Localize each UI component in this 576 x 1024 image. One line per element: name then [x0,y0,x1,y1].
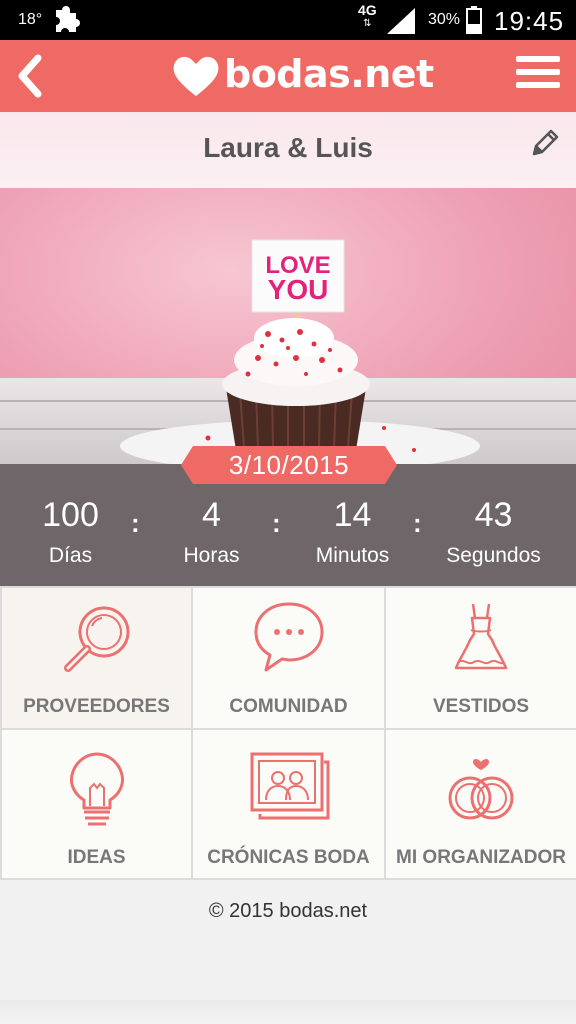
rings-icon [448,759,514,820]
battery-icon [466,6,482,34]
tile-label: PROVEEDORES [23,696,170,717]
dress-icon [454,603,508,670]
menu-tile-cronicas-boda[interactable]: CRÓNICAS BODA [193,730,384,878]
couple-names: Laura & Luis [203,132,373,163]
logo-text: bodas.net [224,52,434,96]
sign-line-2: YOU [267,274,329,305]
copyright-text: © 2015 bodas.net [208,900,368,922]
puzzle-notification-icon [56,6,80,32]
footer: © 2015 bodas.net [0,882,576,1002]
minutes-value: 14 [333,496,372,534]
tile-label: COMUNIDAD [229,696,348,717]
lightbulb-icon [69,752,124,826]
cupcake-illustration [120,239,480,464]
separator: : [131,508,140,538]
app-header: bodas.net [0,40,576,112]
menu-tile-mi-organizador[interactable]: MI ORGANIZADOR [386,730,576,878]
tile-label: VESTIDOS [432,696,530,717]
chat-bubble-icon [254,602,323,672]
countdown-seconds: 43 Segundos [423,496,564,568]
signal-strength-icon [387,8,415,34]
tile-label: MI ORGANIZADOR [396,847,566,868]
menu-tile-proveedores[interactable]: PROVEEDORES [2,588,191,728]
hero-image: LOVE YOU [0,188,576,464]
seconds-label: Segundos [446,544,541,567]
hamburger-menu-icon[interactable] [516,56,560,96]
days-value: 100 [42,496,99,534]
battery-percent-text: 30% [428,11,461,28]
back-arrow-icon[interactable] [10,50,50,102]
bottom-edge [0,1000,576,1024]
tile-label: IDEAS [67,847,126,868]
clock-time: 19:45 [494,6,565,36]
temperature-text: 18° [18,11,43,28]
menu-tile-vestidos[interactable]: VESTIDOS [386,588,576,728]
couple-names-bar: Laura & Luis [0,112,576,188]
network-type-indicator: 4G ⇅ [358,2,377,29]
heart-logo-icon [173,56,219,96]
hours-label: Horas [183,544,240,567]
menu-tile-comunidad[interactable]: COMUNIDAD [193,588,384,728]
hours-value: 4 [202,496,221,534]
wedding-date-ribbon: 3/10/2015 [181,446,397,484]
countdown-hours: 4 Horas [141,496,282,568]
magnifier-icon [63,606,129,672]
photo-album-icon [250,752,329,820]
bodas-logo[interactable]: bodas.net [172,50,434,102]
menu-tile-ideas[interactable]: IDEAS [2,730,191,878]
separator: : [413,508,422,538]
countdown-minutes: 14 Minutos [282,496,423,568]
love-you-sign: LOVE YOU [252,254,344,305]
status-bar: 18° 4G ⇅ 30% 19:45 [0,0,576,40]
pencil-edit-icon[interactable] [526,126,562,162]
separator: : [272,508,281,538]
countdown-days: 100 Días [0,496,141,568]
minutes-label: Minutos [315,544,390,567]
menu-grid: PROVEEDORES COMUNIDAD VESTIDOS IDEAS CRÓ… [0,586,576,880]
seconds-value: 43 [474,496,513,534]
days-label: Días [48,544,93,567]
tile-label: CRÓNICAS BODA [207,847,370,868]
